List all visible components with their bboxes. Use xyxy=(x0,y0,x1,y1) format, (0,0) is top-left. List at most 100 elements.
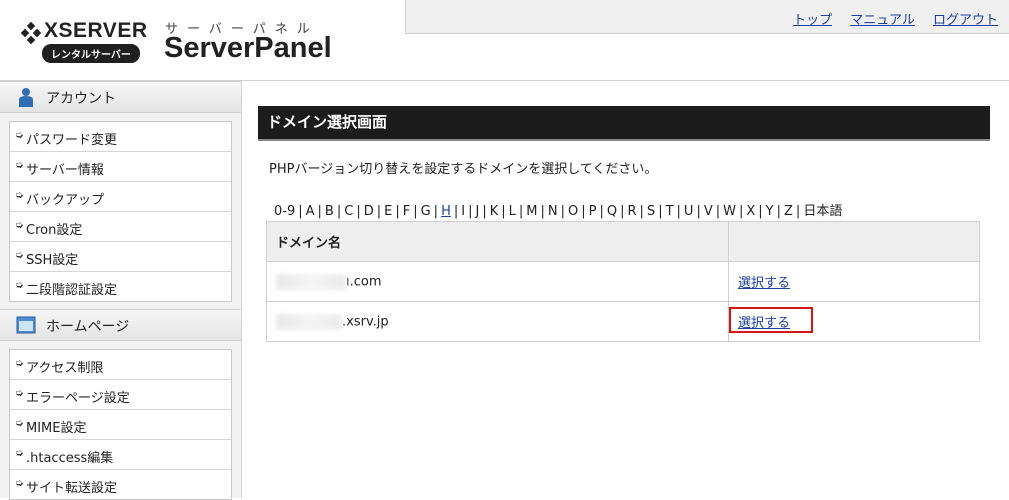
separator: | xyxy=(413,204,418,219)
sidebar-item-site-redirect[interactable]: ➭ サイト転送設定 xyxy=(10,470,231,499)
arrow-icon: ➭ xyxy=(15,190,24,201)
sidebar-section-title: アカウント xyxy=(46,91,116,107)
sidebar-section-homepage[interactable]: ホームページ xyxy=(0,309,241,341)
separator: | xyxy=(676,204,681,219)
arrow-icon: ➭ xyxy=(15,160,24,171)
sidebar-item-2fa[interactable]: ➭ 二段階認証設定 xyxy=(10,272,231,301)
alpha-filter-m[interactable]: M xyxy=(526,204,537,219)
alpha-filter-j[interactable]: J xyxy=(475,204,479,219)
alpha-filter-r[interactable]: R xyxy=(627,204,636,219)
alpha-filter-b[interactable]: B xyxy=(325,204,334,219)
alpha-filter-l[interactable]: L xyxy=(509,204,516,219)
sidebar-section-account[interactable]: アカウント xyxy=(0,81,241,113)
domain-name-header: ドメイン名 xyxy=(266,221,729,262)
arrow-icon: ➭ xyxy=(15,358,24,369)
sidebar-item-cron[interactable]: ➭ Cron設定 xyxy=(10,212,231,242)
header-nav-bar: トップ マニュアル ログアウト xyxy=(405,0,1009,34)
alpha-filter-e[interactable]: E xyxy=(384,204,392,219)
select-domain-button[interactable]: 選択する xyxy=(738,276,790,291)
alpha-filter-q[interactable]: Q xyxy=(607,204,617,219)
alpha-filter-k[interactable]: K xyxy=(490,204,499,219)
alpha-filter-z[interactable]: Z xyxy=(784,204,793,219)
alpha-filter-g[interactable]: G xyxy=(421,204,431,219)
logo-name: XSERVER xyxy=(44,19,148,42)
separator: | xyxy=(468,204,473,219)
diamond-logo-icon xyxy=(20,22,42,44)
homepage-menu: ➭ アクセス制限 ➭ エラーページ設定 ➭ MIME設定 ➭ .htaccess編集 ➭… xyxy=(9,349,232,500)
action-cell: 選択する xyxy=(728,261,980,302)
xserver-logo[interactable]: XSERVER レンタルサーバー xyxy=(20,14,150,64)
alpha-filter-0-9[interactable]: 0-9 xyxy=(274,204,295,219)
alpha-filter-f[interactable]: F xyxy=(403,204,410,219)
account-menu: ➭ パスワード変更 ➭ サーバー情報 ➭ バックアップ ➭ Cron設定 ➭ SSH設定 … xyxy=(9,121,232,302)
sidebar-item-backup[interactable]: ➭ バックアップ xyxy=(10,182,231,212)
alpha-filter-p[interactable]: P xyxy=(589,204,597,219)
separator: | xyxy=(433,204,439,219)
separator: | xyxy=(599,204,604,219)
redacted-domain xyxy=(276,273,346,290)
separator: | xyxy=(758,204,763,219)
alpha-filter-x[interactable]: X xyxy=(746,204,755,219)
arrow-icon: ➭ xyxy=(15,418,24,429)
logo-badge: レンタルサーバー xyxy=(42,44,140,63)
alpha-filter-h[interactable]: H xyxy=(441,204,451,219)
alpha-filter-t[interactable]: T xyxy=(666,204,674,219)
instruction-text: PHPバージョン切り替えを設定するドメインを選択してください。 xyxy=(269,162,658,177)
sidebar-item-error-page[interactable]: ➭ エラーページ設定 xyxy=(10,380,231,410)
alpha-filter-v[interactable]: V xyxy=(704,204,713,219)
arrow-icon: ➭ xyxy=(15,130,24,141)
alpha-filter-c[interactable]: C xyxy=(344,204,353,219)
alpha-filter-w[interactable]: W xyxy=(723,204,736,219)
separator: | xyxy=(298,204,303,219)
arrow-icon: ➭ xyxy=(15,250,24,261)
domain-table: ドメイン名 ı.com 選択する .xsrv.jp 選択する xyxy=(266,221,980,342)
separator: | xyxy=(395,204,400,219)
alpha-filter-u[interactable]: U xyxy=(684,204,694,219)
sidebar-item-server-info[interactable]: ➭ サーバー情報 xyxy=(10,152,231,182)
alpha-filter-y[interactable]: Y xyxy=(766,204,774,219)
sidebar-item-htaccess[interactable]: ➭ .htaccess編集 xyxy=(10,440,231,470)
sidebar: アカウント ➭ パスワード変更 ➭ サーバー情報 ➭ バックアップ ➭ Cron設定 ➭… xyxy=(0,81,242,500)
separator: | xyxy=(715,204,721,219)
alpha-filter-a[interactable]: A xyxy=(306,204,315,219)
alpha-filter-i[interactable]: I xyxy=(461,204,465,219)
sidebar-item-mime[interactable]: ➭ MIME設定 xyxy=(10,410,231,440)
page-title: ドメイン選択画面 xyxy=(258,106,990,139)
alpha-filter-d[interactable]: D xyxy=(364,204,374,219)
alpha-filter-japanese[interactable]: 日本語 xyxy=(803,204,842,219)
separator: | xyxy=(620,204,625,219)
sidebar-item-password[interactable]: ➭ パスワード変更 xyxy=(10,122,231,152)
user-icon xyxy=(19,88,33,107)
action-header xyxy=(728,221,980,262)
arrow-icon: ➭ xyxy=(15,478,24,489)
sidebar-item-access-limit[interactable]: ➭ アクセス制限 xyxy=(10,350,231,380)
alpha-filter-nav: 0-9 | A | B | C | D | E | F | G | H | I | J | K | L | M | N | O | P | Q | R |… xyxy=(274,200,842,219)
table-row: ı.com 選択する xyxy=(266,261,980,302)
alpha-filter-s[interactable]: S xyxy=(647,204,655,219)
logout-link[interactable]: ログアウト xyxy=(933,13,998,28)
separator: | xyxy=(658,204,663,219)
separator: | xyxy=(540,204,545,219)
table-row: .xsrv.jp 選択する xyxy=(266,301,980,342)
highlight-box xyxy=(729,307,813,333)
sidebar-item-ssh[interactable]: ➭ SSH設定 xyxy=(10,242,231,272)
arrow-icon: ➭ xyxy=(15,448,24,459)
separator: | xyxy=(696,204,701,219)
separator: | xyxy=(356,204,361,219)
separator: | xyxy=(376,204,382,219)
separator: | xyxy=(518,204,524,219)
separator: | xyxy=(738,204,744,219)
arrow-icon: ➭ xyxy=(15,388,24,399)
separator: | xyxy=(795,204,801,219)
alpha-filter-n[interactable]: N xyxy=(548,204,558,219)
separator: | xyxy=(581,204,586,219)
manual-link[interactable]: マニュアル xyxy=(850,13,915,28)
header-links: トップ マニュアル ログアウト xyxy=(779,9,998,28)
alpha-filter-o[interactable]: O xyxy=(568,204,578,219)
top-link[interactable]: トップ xyxy=(793,13,832,28)
separator: | xyxy=(501,204,506,219)
header: XSERVER レンタルサーバー サーバーパネル ServerPanel トップ… xyxy=(0,0,1009,81)
separator: | xyxy=(482,204,487,219)
separator: | xyxy=(560,204,565,219)
webpage-icon xyxy=(16,316,36,334)
